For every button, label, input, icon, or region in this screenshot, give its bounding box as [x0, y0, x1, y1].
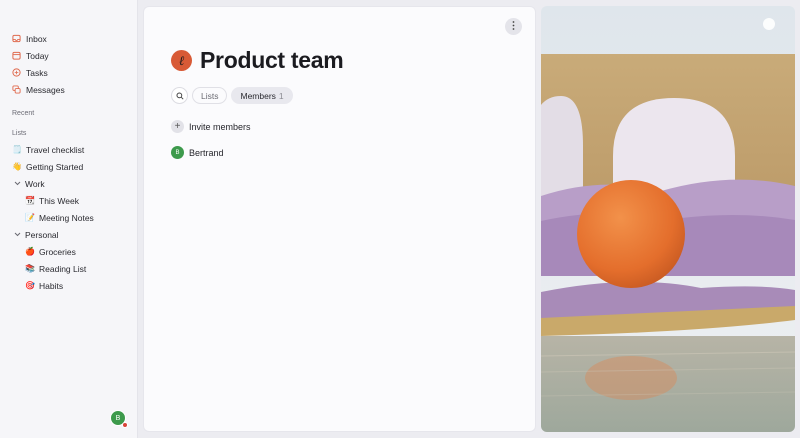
team-logo-icon: ℓ — [171, 50, 192, 71]
plus-icon: + — [171, 120, 184, 133]
calendar-emoji-icon: 📆 — [25, 196, 35, 205]
memo-icon: 📝 — [25, 213, 35, 222]
cover-image — [541, 6, 795, 432]
list-item-label: Groceries — [39, 246, 76, 257]
list-item-label: Habits — [39, 280, 64, 291]
apple-icon: 🍎 — [25, 247, 35, 256]
search-button[interactable] — [171, 87, 188, 104]
lists-section-label: Lists — [12, 129, 27, 137]
wave-icon: 👋 — [12, 162, 22, 171]
sidebar-item-label: Inbox — [26, 33, 47, 44]
inbox-icon — [12, 34, 21, 43]
invite-members-button[interactable]: + Invite members — [171, 120, 251, 133]
sidebar-item-label: Today — [26, 50, 49, 61]
list-item-reading-list[interactable]: 📚 Reading List — [0, 260, 137, 277]
search-icon — [175, 87, 184, 105]
list-item-label: Meeting Notes — [39, 212, 94, 223]
notification-badge — [122, 422, 128, 428]
list-item-label: Getting Started — [26, 161, 84, 172]
list-item-groceries[interactable]: 🍎 Groceries — [0, 243, 137, 260]
target-icon: 🎯 — [25, 281, 35, 290]
folder-label: Personal — [25, 229, 59, 240]
notepad-icon: 🗒️ — [12, 145, 22, 154]
invite-label: Invite members — [189, 121, 251, 132]
list-item-getting-started[interactable]: 👋 Getting Started — [0, 158, 137, 175]
cover-illustration — [541, 6, 795, 432]
calendar-icon — [12, 51, 21, 60]
sidebar-item-inbox[interactable]: Inbox — [0, 30, 137, 47]
tab-members[interactable]: Members 1 — [231, 87, 293, 104]
messages-icon — [12, 85, 21, 94]
folder-label: Work — [25, 178, 45, 189]
page-title: Product team — [200, 47, 344, 73]
recent-section-label: Recent — [12, 109, 35, 117]
sidebar-item-label: Tasks — [26, 67, 48, 78]
tab-label: Lists — [201, 90, 219, 101]
tab-count: 1 — [278, 90, 284, 101]
list-item-travel-checklist[interactable]: 🗒️ Travel checklist — [0, 141, 137, 158]
tab-label: Members — [240, 90, 276, 101]
folder-personal[interactable]: Personal — [0, 226, 137, 243]
tabs-row: Lists Members 1 — [171, 87, 293, 104]
sidebar-item-messages[interactable]: Messages — [0, 81, 137, 98]
list-item-label: Reading List — [39, 263, 87, 274]
list-item-meeting-notes[interactable]: 📝 Meeting Notes — [0, 209, 137, 226]
tasks-icon — [12, 68, 21, 77]
list-item-label: Travel checklist — [26, 144, 85, 155]
list-item-label: This Week — [39, 195, 79, 206]
more-options-button[interactable] — [505, 18, 522, 35]
member-name: Bertrand — [189, 147, 224, 158]
folder-work[interactable]: Work — [0, 175, 137, 192]
tab-lists[interactable]: Lists — [192, 87, 228, 104]
sidebar-item-today[interactable]: Today — [0, 47, 137, 64]
member-row[interactable]: B Bertrand — [171, 146, 224, 159]
books-icon: 📚 — [25, 264, 35, 273]
member-avatar: B — [171, 146, 184, 159]
sidebar-item-tasks[interactable]: Tasks — [0, 64, 137, 81]
chevron-down-icon[interactable] — [12, 232, 22, 237]
sidebar-item-label: Messages — [26, 84, 65, 95]
list-item-this-week[interactable]: 📆 This Week — [0, 192, 137, 209]
list-item-habits[interactable]: 🎯 Habits — [0, 277, 137, 294]
sidebar: Inbox Today Tasks Messages Recent Lists … — [0, 0, 138, 438]
title-row: ℓ Product team — [171, 47, 344, 74]
chevron-down-icon[interactable] — [12, 181, 22, 186]
team-page: ℓ Product team Lists Members 1 + Invite … — [143, 6, 536, 432]
more-vertical-icon — [512, 20, 515, 33]
